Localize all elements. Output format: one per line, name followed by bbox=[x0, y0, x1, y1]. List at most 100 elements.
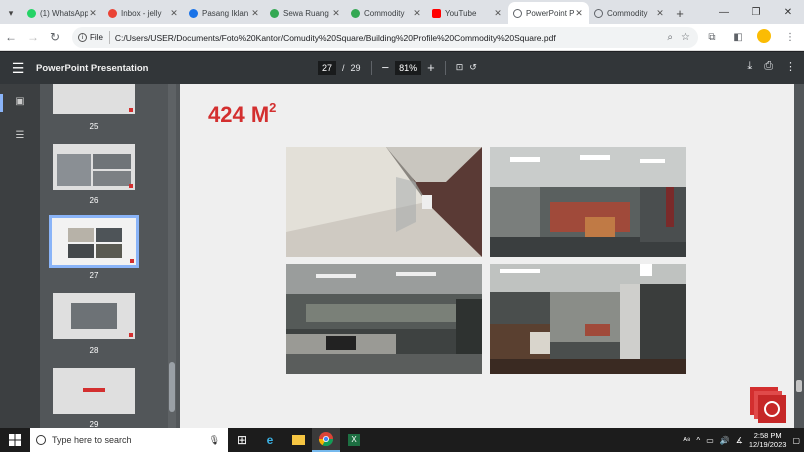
heading-text: 424 M bbox=[208, 102, 270, 127]
people-icon[interactable]: ᴬ⁸ bbox=[683, 436, 690, 445]
tab-whatsapp[interactable]: (1) WhatsApp ✕ bbox=[22, 2, 103, 24]
window-controls: — ❐ ✕ bbox=[708, 0, 804, 24]
search-icon bbox=[36, 435, 46, 445]
outline-icon[interactable]: ☰ bbox=[13, 130, 27, 142]
globe-icon bbox=[513, 8, 522, 18]
thumbnail-page-28[interactable] bbox=[53, 293, 135, 339]
tab-strip: ▾ (1) WhatsApp ✕ Inbox - jelly ✕ Pasang … bbox=[0, 0, 804, 24]
language-icon[interactable]: ∡ bbox=[736, 436, 743, 445]
youtube-icon bbox=[432, 8, 441, 18]
tab-commodity-maps[interactable]: Commodity ✕ bbox=[346, 2, 427, 24]
browser-toolbar: ← → ↻ i File C:/Users/USER/Documents/Fot… bbox=[0, 24, 804, 51]
document-title: PowerPoint Presentation bbox=[36, 62, 149, 74]
thumbnail-label: 25 bbox=[89, 122, 99, 131]
edge-icon[interactable]: e bbox=[256, 428, 284, 452]
thumbnail-label: 26 bbox=[89, 196, 99, 205]
fit-page-icon[interactable]: ⊡ bbox=[456, 62, 464, 73]
close-icon[interactable]: ✕ bbox=[331, 8, 341, 19]
tab-commodity-pdf[interactable]: Commodity ✕ bbox=[589, 2, 670, 24]
reload-icon[interactable]: ↻ bbox=[44, 30, 66, 44]
new-tab-button[interactable]: + bbox=[670, 2, 690, 24]
back-icon[interactable]: ← bbox=[0, 30, 22, 44]
clock-date: 12/19/2023 bbox=[748, 440, 787, 449]
sidebar-scroll-thumb[interactable] bbox=[169, 362, 175, 412]
tab-powerpoint[interactable]: PowerPoint Pre ✕ bbox=[508, 2, 589, 24]
close-icon[interactable]: ✕ bbox=[88, 8, 98, 19]
thumbnail-page-27[interactable] bbox=[49, 215, 139, 268]
page-number-input[interactable]: 27 bbox=[318, 60, 337, 75]
volume-icon[interactable]: 🔊 bbox=[720, 436, 730, 445]
close-window-icon[interactable]: ✕ bbox=[772, 0, 804, 24]
zoom-in-icon[interactable]: + bbox=[427, 60, 435, 75]
restore-icon[interactable]: ❐ bbox=[740, 0, 772, 24]
thumbnail-page-25[interactable] bbox=[53, 84, 135, 114]
excel-icon[interactable]: X bbox=[340, 428, 368, 452]
windows-logo-icon bbox=[9, 434, 21, 446]
csq-logo bbox=[750, 387, 786, 423]
globe-icon bbox=[594, 8, 603, 18]
close-icon[interactable]: ✕ bbox=[493, 8, 503, 19]
tab-label: Commodity bbox=[364, 8, 405, 18]
menu-kebab-icon[interactable]: ⋮ bbox=[780, 32, 800, 43]
tab-search-button[interactable]: ▾ bbox=[0, 2, 22, 24]
notifications-icon[interactable]: ▢ bbox=[792, 436, 800, 445]
tab-label: PowerPoint Pre bbox=[526, 8, 574, 18]
address-bar[interactable]: i File C:/Users/USER/Documents/Foto%20Ka… bbox=[72, 27, 698, 48]
file-chip[interactable]: i File bbox=[78, 31, 110, 44]
close-icon[interactable]: ✕ bbox=[169, 8, 179, 19]
pdf-page: 424 M2 bbox=[180, 84, 794, 428]
close-icon[interactable]: ✕ bbox=[412, 8, 422, 19]
microphone-icon[interactable]: 🎙 bbox=[209, 435, 220, 446]
rotate-icon[interactable]: ↺ bbox=[469, 62, 477, 73]
map-pin-icon bbox=[270, 8, 279, 18]
battery-icon[interactable]: ▭ bbox=[706, 436, 714, 445]
page-scrollbar[interactable] bbox=[794, 84, 804, 428]
download-icon[interactable]: ⤓ bbox=[747, 60, 752, 73]
extensions-icon[interactable]: ⧉ bbox=[702, 32, 722, 43]
clock[interactable]: 2:58 PM 12/19/2023 bbox=[749, 431, 787, 449]
heading-superscript: 2 bbox=[269, 100, 277, 115]
thumbnail-label: 27 bbox=[89, 271, 99, 280]
page-separator: / bbox=[342, 62, 345, 73]
chrome-icon[interactable] bbox=[312, 428, 340, 452]
tab-label: Inbox - jelly bbox=[121, 8, 162, 18]
close-icon[interactable]: ✕ bbox=[655, 8, 665, 19]
windows-taskbar: Type here to search 🎙 ⊞ e X ᴬ⁸ ^ ▭ 🔊 ∡ 2… bbox=[0, 428, 804, 452]
file-explorer-icon[interactable] bbox=[284, 428, 312, 452]
close-icon[interactable]: ✕ bbox=[250, 8, 260, 19]
zoom-input[interactable]: 81% bbox=[395, 60, 422, 75]
file-chip-label: File bbox=[90, 33, 103, 42]
zoom-search-icon[interactable]: ⌕ bbox=[667, 32, 673, 43]
thumbnail-sidebar: ▣ ☰ 25 26 27 28 29 bbox=[0, 84, 176, 429]
thumbnails-icon[interactable]: ▣ bbox=[13, 96, 27, 108]
pdf-toolbar: ☰ PowerPoint Presentation 27 / 29 − 81% … bbox=[0, 52, 804, 84]
clock-time: 2:58 PM bbox=[753, 431, 782, 440]
print-icon[interactable]: ⎙ bbox=[764, 60, 773, 73]
more-options-icon[interactable]: ⋮ bbox=[785, 60, 796, 73]
task-view-icon[interactable]: ⊞ bbox=[228, 428, 256, 452]
tab-inbox[interactable]: Inbox - jelly ✕ bbox=[103, 2, 184, 24]
tab-sewa-ruang[interactable]: Sewa Ruang ✕ bbox=[265, 2, 346, 24]
url-text[interactable]: C:/Users/USER/Documents/Foto%20Kantor/Co… bbox=[115, 33, 668, 43]
forward-icon[interactable]: → bbox=[22, 30, 44, 44]
chevron-up-icon[interactable]: ^ bbox=[696, 436, 700, 445]
tab-label: Sewa Ruang bbox=[283, 8, 329, 18]
minimize-icon[interactable]: — bbox=[708, 0, 740, 24]
profile-avatar[interactable] bbox=[754, 29, 774, 46]
sidebar-tabs: ▣ ☰ bbox=[0, 84, 40, 428]
thumbnail-page-26[interactable] bbox=[53, 144, 135, 190]
hamburger-menu-icon[interactable]: ☰ bbox=[0, 60, 36, 77]
system-tray: ᴬ⁸ ^ ▭ 🔊 ∡ 2:58 PM 12/19/2023 ▢ bbox=[683, 428, 804, 452]
tab-pasang-iklan[interactable]: Pasang Iklan ✕ bbox=[184, 2, 265, 24]
close-icon[interactable]: ✕ bbox=[574, 8, 584, 19]
start-button[interactable] bbox=[0, 434, 30, 446]
side-panel-icon[interactable]: ◧ bbox=[728, 32, 748, 43]
taskbar-search[interactable]: Type here to search 🎙 bbox=[30, 428, 228, 452]
map-pin-icon bbox=[189, 8, 198, 18]
thumbnail-label: 28 bbox=[89, 346, 99, 355]
bookmark-star-icon[interactable]: ☆ bbox=[681, 32, 690, 43]
thumbnail-page-29[interactable] bbox=[53, 368, 135, 414]
info-icon: i bbox=[78, 33, 87, 42]
tab-youtube[interactable]: YouTube ✕ bbox=[427, 2, 508, 24]
zoom-out-icon[interactable]: − bbox=[382, 60, 390, 75]
